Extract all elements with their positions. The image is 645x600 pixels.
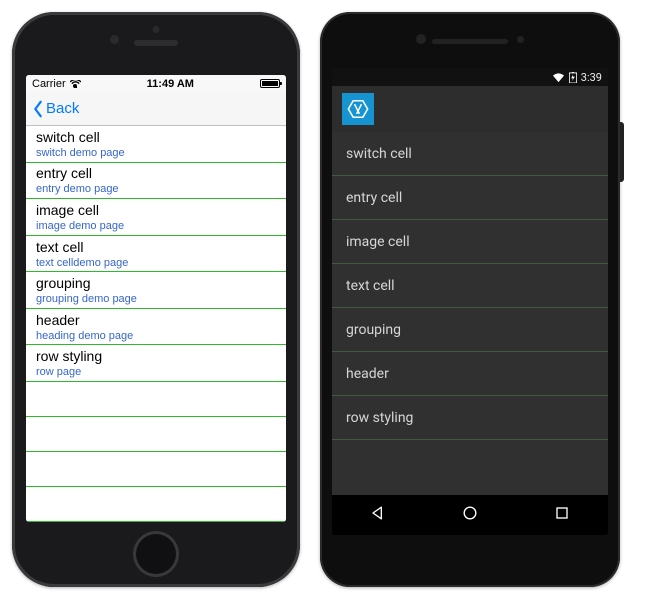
list-item-empty	[26, 487, 286, 522]
list-item[interactable]: grouping grouping demo page	[26, 272, 286, 309]
nav-home-button[interactable]	[460, 503, 480, 527]
nexus-sensor	[517, 36, 524, 43]
list-item[interactable]: switch cell switch demo page	[26, 126, 286, 163]
list-item[interactable]: header heading demo page	[26, 309, 286, 346]
ios-status-bar: Carrier 11:49 AM	[26, 75, 286, 92]
wifi-icon	[552, 72, 565, 83]
iphone-device-frame: Carrier 11:49 AM Back switch cell switch…	[12, 12, 300, 587]
clock-label: 11:49 AM	[147, 78, 194, 90]
android-screen: 3:39 switch cell entry cell image cell t…	[332, 68, 608, 535]
row-title: grouping	[346, 322, 401, 338]
row-title: text cell	[346, 278, 395, 294]
nexus-device-frame: 3:39 switch cell entry cell image cell t…	[320, 12, 620, 587]
iphone-sensor	[153, 26, 160, 33]
home-button[interactable]	[133, 531, 179, 577]
android-nav-bar	[332, 495, 608, 535]
clock-label: 3:39	[581, 71, 602, 84]
circle-home-icon	[460, 503, 480, 523]
android-status-bar: 3:39	[332, 68, 608, 86]
row-title: entry cell	[36, 165, 276, 182]
list-item[interactable]: switch cell	[332, 132, 608, 176]
list-item[interactable]: entry cell entry demo page	[26, 163, 286, 200]
row-subtitle: row page	[36, 365, 276, 379]
list-item[interactable]: text cell text celldemo page	[26, 236, 286, 273]
list-item[interactable]: image cell image demo page	[26, 199, 286, 236]
square-recents-icon	[552, 503, 572, 523]
list-item[interactable]: grouping	[332, 308, 608, 352]
row-title: header	[346, 366, 389, 382]
ios-nav-bar: Back	[26, 92, 286, 126]
nav-back-button[interactable]	[368, 503, 388, 527]
row-title: switch cell	[36, 129, 276, 146]
nexus-speaker-grill	[432, 39, 508, 44]
list-item[interactable]: row styling	[332, 396, 608, 440]
chevron-left-icon	[32, 100, 44, 118]
back-label: Back	[46, 100, 79, 117]
row-subtitle: heading demo page	[36, 329, 276, 343]
battery-icon	[260, 79, 280, 88]
row-title: switch cell	[346, 146, 412, 162]
row-subtitle: switch demo page	[36, 146, 276, 160]
row-title: entry cell	[346, 190, 402, 206]
iphone-speaker-grill	[134, 40, 178, 46]
android-list[interactable]: switch cell entry cell image cell text c…	[332, 132, 608, 495]
row-title: image cell	[346, 234, 410, 250]
row-title: text cell	[36, 239, 276, 256]
list-item-empty	[26, 382, 286, 417]
battery-icon	[569, 72, 577, 83]
back-button[interactable]: Back	[32, 100, 79, 118]
nexus-camera	[416, 34, 426, 44]
carrier-label: Carrier	[32, 78, 66, 90]
iphone-camera	[110, 35, 119, 44]
triangle-back-icon	[368, 503, 388, 523]
list-item[interactable]: text cell	[332, 264, 608, 308]
row-subtitle: grouping demo page	[36, 292, 276, 306]
list-item[interactable]: header	[332, 352, 608, 396]
row-title: row styling	[36, 348, 276, 365]
row-subtitle: entry demo page	[36, 182, 276, 196]
nav-recents-button[interactable]	[552, 503, 572, 527]
row-title: header	[36, 312, 276, 329]
row-title: row styling	[346, 410, 413, 426]
ios-list[interactable]: switch cell switch demo page entry cell …	[26, 126, 286, 522]
android-app-bar	[332, 86, 608, 132]
ios-screen: Carrier 11:49 AM Back switch cell switch…	[26, 75, 286, 522]
row-subtitle: image demo page	[36, 219, 276, 233]
nexus-side-button[interactable]	[620, 122, 624, 182]
list-item[interactable]: image cell	[332, 220, 608, 264]
list-item[interactable]: entry cell	[332, 176, 608, 220]
xamarin-logo-icon	[342, 93, 374, 125]
row-subtitle: text celldemo page	[36, 256, 276, 270]
list-item-empty	[26, 417, 286, 452]
list-item[interactable]: row styling row page	[26, 345, 286, 382]
wifi-icon	[70, 79, 81, 88]
row-title: image cell	[36, 202, 276, 219]
list-item-empty	[26, 452, 286, 487]
row-title: grouping	[36, 275, 276, 292]
